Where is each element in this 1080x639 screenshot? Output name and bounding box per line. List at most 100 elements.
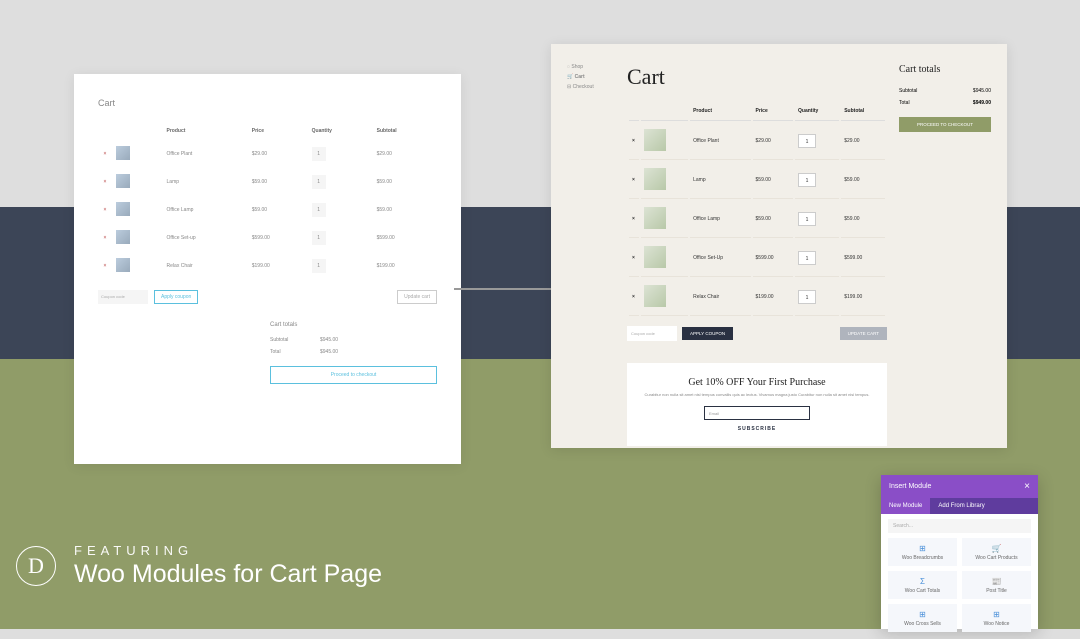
promo-desc: Curabitur non nulla sit amet nisl tempus… — [641, 392, 873, 398]
product-name: Lamp — [690, 162, 750, 199]
subtotal: $59.00 — [373, 196, 437, 224]
quantity-input[interactable]: 1 — [798, 290, 816, 304]
cart-totals: Cart totals Subtotal$945.00 Total$949.00… — [899, 64, 991, 438]
arrow-icon — [454, 288, 564, 290]
update-cart-button[interactable]: Update cart — [397, 290, 437, 304]
module-option[interactable]: 🛒Woo Cart Products — [962, 538, 1031, 566]
module-option[interactable]: ⊞Woo Breadcrumbs — [888, 538, 957, 566]
col-quantity: Quantity — [795, 102, 839, 121]
cart-title: Cart — [98, 98, 437, 108]
product-name: Office Plant — [690, 123, 750, 160]
quantity-input[interactable]: 1 — [312, 259, 326, 273]
coupon-input[interactable]: Coupon code — [98, 290, 148, 304]
module-option[interactable]: ⊞Woo Cross Sells — [888, 604, 957, 632]
tab-add-from-library[interactable]: Add From Library — [930, 498, 992, 514]
featuring-label: FEATURING — [74, 543, 382, 558]
module-option[interactable]: ⊞Woo Notice — [962, 604, 1031, 632]
module-option[interactable]: ΣWoo Cart Totals — [888, 571, 957, 599]
cart-table: Product Price Quantity Subtotal ×Office … — [627, 100, 887, 318]
quantity-input[interactable]: 1 — [312, 231, 326, 245]
tab-new-module[interactable]: New Module — [881, 498, 930, 514]
product-name: Relax Chair — [163, 252, 248, 280]
before-cart-panel: Cart Product Price Quantity Subtotal ×Of… — [74, 74, 461, 464]
quantity-input[interactable]: 1 — [312, 175, 326, 189]
price: $29.00 — [753, 123, 794, 160]
subtotal: $59.00 — [841, 162, 885, 199]
remove-button[interactable]: × — [98, 196, 112, 224]
price: $59.00 — [753, 201, 794, 238]
quantity-input[interactable]: 1 — [312, 147, 326, 161]
quantity-input[interactable]: 1 — [798, 173, 816, 187]
module-icon: Σ — [892, 577, 953, 586]
product-name: Office Lamp — [690, 201, 750, 238]
col-product: Product — [163, 122, 248, 140]
search-input[interactable]: Search... — [888, 519, 1031, 533]
subtotal: $599.00 — [373, 224, 437, 252]
quantity-input[interactable]: 1 — [798, 134, 816, 148]
subtotal: $599.00 — [841, 240, 885, 277]
product-thumb — [116, 230, 130, 244]
table-row: ×Office Set-Up$599.001$599.00 — [629, 240, 885, 277]
quantity-input[interactable]: 1 — [798, 212, 816, 226]
remove-button[interactable]: × — [98, 224, 112, 252]
promo-title: Get 10% OFF Your First Purchase — [641, 377, 873, 388]
subtotal: $29.00 — [373, 140, 437, 168]
product-name: Office Set-Up — [690, 240, 750, 277]
table-row: ×Relax Chair$199.001$199.00 — [629, 279, 885, 316]
apply-coupon-button[interactable]: Apply coupon — [154, 290, 198, 304]
subtotal: $199.00 — [841, 279, 885, 316]
product-thumb — [644, 285, 666, 307]
remove-button[interactable]: × — [629, 240, 639, 277]
remove-button[interactable]: × — [98, 252, 112, 280]
page-title: Woo Modules for Cart Page — [74, 560, 382, 589]
close-icon[interactable]: × — [1024, 481, 1030, 492]
module-icon: ⊞ — [966, 610, 1027, 619]
breadcrumb: ◌ Shop 🛒 Cart ⊟ Checkout — [567, 64, 615, 438]
update-cart-button[interactable]: UPDATE CART — [840, 327, 887, 340]
table-row: ×Office Plant$29.001$29.00 — [629, 123, 885, 160]
table-row: ×Lamp$59.001$59.00 — [629, 162, 885, 199]
price: $199.00 — [753, 279, 794, 316]
modal-title: Insert Module — [889, 483, 931, 490]
col-price: Price — [248, 122, 308, 140]
after-cart-panel: ◌ Shop 🛒 Cart ⊟ Checkout Cart Product Pr… — [551, 44, 1007, 448]
product-thumb — [116, 202, 130, 216]
col-product: Product — [690, 102, 750, 121]
subtotal: $59.00 — [373, 168, 437, 196]
module-icon: 📰 — [966, 577, 1027, 586]
email-input[interactable]: Email — [704, 406, 810, 420]
product-name: Office Set-up — [163, 224, 248, 252]
proceed-checkout-button[interactable]: Proceed to checkout — [270, 366, 437, 384]
module-icon: ⊞ — [892, 544, 953, 553]
apply-coupon-button[interactable]: APPLY COUPON — [682, 327, 733, 340]
quantity-input[interactable]: 1 — [798, 251, 816, 265]
totals-title: Cart totals — [899, 64, 991, 75]
table-row: ×Office Lamp$59.001$59.00 — [629, 201, 885, 238]
cart-table: Product Price Quantity Subtotal ×Office … — [98, 122, 437, 280]
remove-button[interactable]: × — [629, 201, 639, 238]
product-name: Relax Chair — [690, 279, 750, 316]
promo-section: Get 10% OFF Your First Purchase Curabitu… — [627, 363, 887, 446]
remove-button[interactable]: × — [629, 123, 639, 160]
module-option[interactable]: 📰Post Title — [962, 571, 1031, 599]
remove-button[interactable]: × — [98, 168, 112, 196]
product-thumb — [644, 207, 666, 229]
module-icon: ⊞ — [892, 610, 953, 619]
divi-logo-icon: D — [16, 546, 56, 586]
product-name: Office Plant — [163, 140, 248, 168]
proceed-checkout-button[interactable]: PROCEED TO CHECKOUT — [899, 117, 991, 132]
coupon-input[interactable]: Coupon code — [627, 326, 677, 341]
table-row: ×Relax Chair$199.001$199.00 — [98, 252, 437, 280]
quantity-input[interactable]: 1 — [312, 203, 326, 217]
remove-button[interactable]: × — [629, 162, 639, 199]
product-thumb — [644, 246, 666, 268]
subtotal: $29.00 — [841, 123, 885, 160]
remove-button[interactable]: × — [98, 140, 112, 168]
price: $59.00 — [248, 196, 308, 224]
remove-button[interactable]: × — [629, 279, 639, 316]
table-row: ×Office Set-up$599.001$599.00 — [98, 224, 437, 252]
module-icon: 🛒 — [966, 544, 1027, 553]
cart-title: Cart — [627, 64, 887, 90]
subscribe-button[interactable]: SUBSCRIBE — [641, 426, 873, 432]
subtotal: $199.00 — [373, 252, 437, 280]
